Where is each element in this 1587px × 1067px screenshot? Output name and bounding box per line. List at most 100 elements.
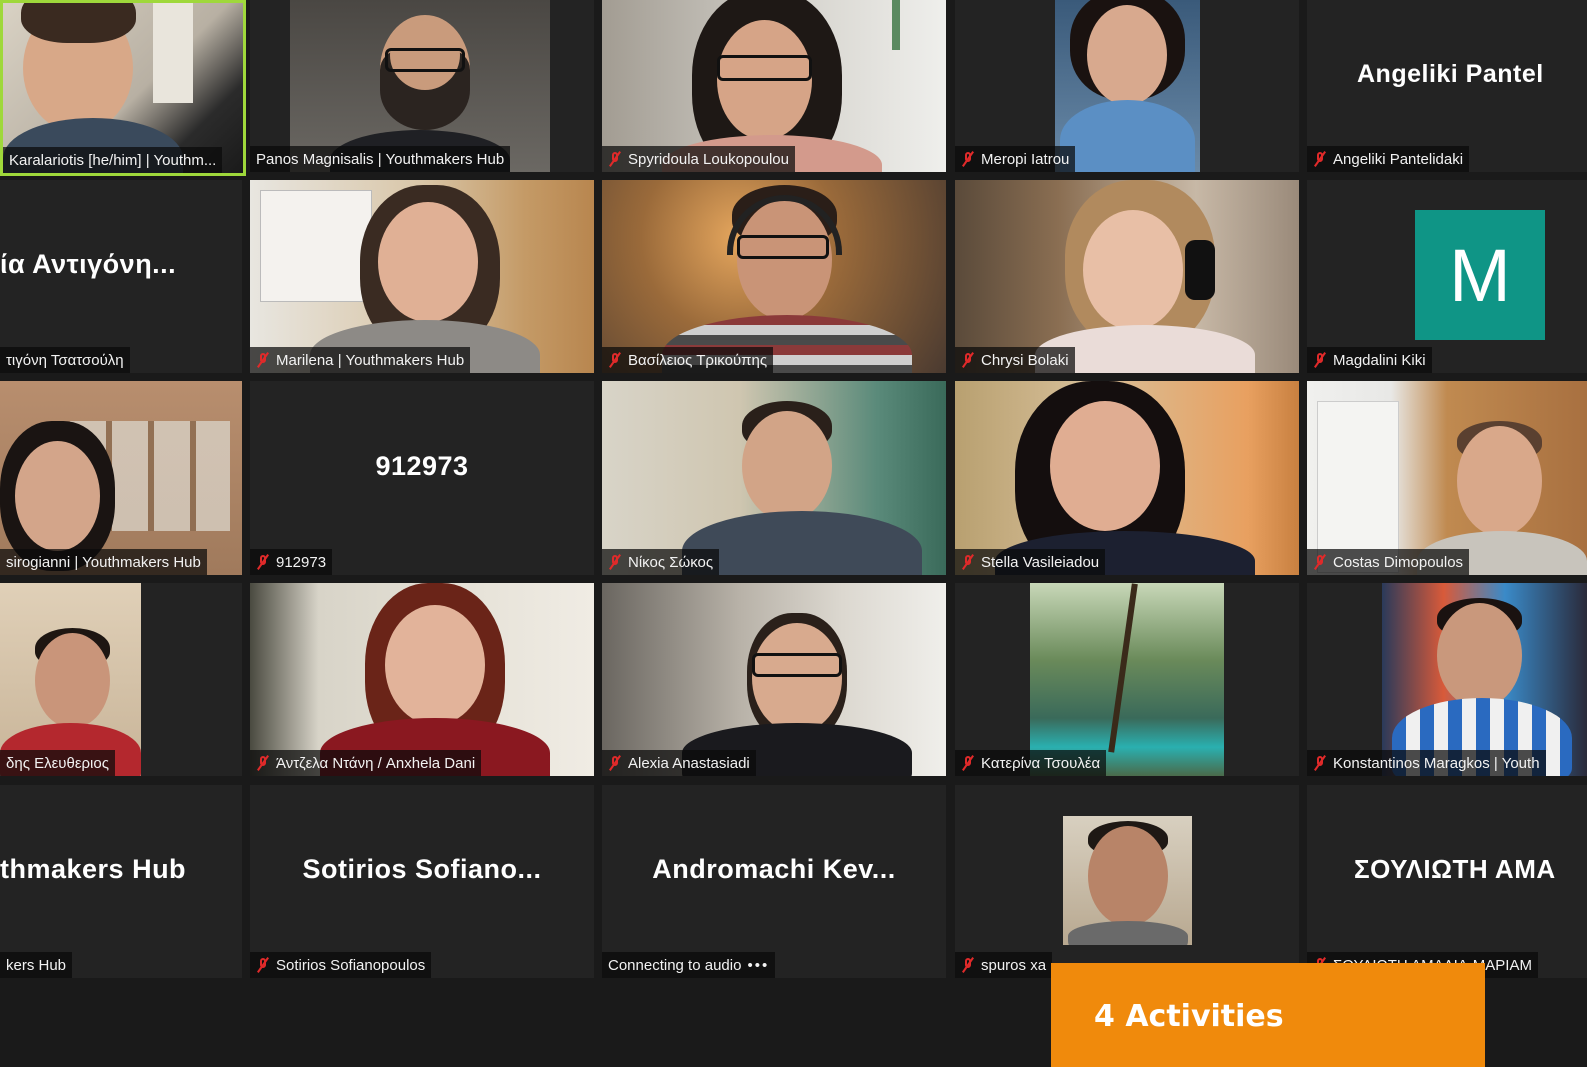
- participant-video: [602, 583, 946, 776]
- participant-name: kers Hub: [0, 952, 73, 978]
- participant-name: 912973: [250, 549, 333, 575]
- participant-name-text: kers Hub: [6, 956, 67, 974]
- participant-tile[interactable]: Konstantinos Maragkos | Youth: [1307, 583, 1587, 776]
- mic-muted-icon: [961, 352, 975, 368]
- participant-tile[interactable]: δης Ελευθεριος: [0, 583, 242, 776]
- banner-title: 4 Activities: [1094, 999, 1284, 1034]
- mic-muted-icon: [608, 151, 622, 167]
- participant-name-text: 912973: [276, 553, 327, 571]
- participant-name-text: Άντζελα Ντάνη / Anxhela Dani: [276, 754, 476, 772]
- participant-tile[interactable]: Andromachi Kev... Connecting to audio ••…: [602, 785, 946, 978]
- participant-name: Karalariotis [he/him] | Youthm...: [3, 147, 223, 173]
- participant-tile[interactable]: Stella Vasileiadou: [955, 381, 1299, 575]
- participant-name: Connecting to audio •••: [602, 952, 776, 978]
- participant-name-text: Konstantinos Maragkos | Youth: [1333, 754, 1540, 772]
- participant-name: τιγόνη Τσατσούλη: [0, 347, 130, 373]
- participant-tile[interactable]: Κατερίνα Τσουλέα: [955, 583, 1299, 776]
- participant-tile[interactable]: M Magdalini Kiki: [1307, 180, 1587, 373]
- participant-name-text: Spyridoula Loukopoulou: [628, 150, 789, 168]
- mic-muted-icon: [256, 755, 270, 771]
- participant-name: Βασίλειος Τρικούπης: [602, 347, 774, 373]
- participant-name: Costas Dimopoulos: [1307, 549, 1470, 575]
- mic-muted-icon: [256, 352, 270, 368]
- participant-display-name: Andromachi Kev...: [652, 854, 896, 884]
- mic-muted-icon: [256, 957, 270, 973]
- mic-muted-icon: [256, 554, 270, 570]
- participant-tile[interactable]: Alexia Anastasiadi: [602, 583, 946, 776]
- participant-name: Meropi Iatrou: [955, 146, 1076, 172]
- participant-name-text: Panos Magnisalis | Youthmakers Hub: [256, 150, 505, 168]
- participant-video: [250, 180, 594, 373]
- participant-tile[interactable]: Meropi Iatrou: [955, 0, 1299, 172]
- participant-name: Marilena | Youthmakers Hub: [250, 347, 471, 373]
- participant-video: [0, 583, 141, 776]
- participant-tile[interactable]: Βασίλειος Τρικούπης: [602, 180, 946, 373]
- participant-name-text: Κατερίνα Τσουλέα: [981, 754, 1101, 772]
- participant-name: Spyridoula Loukopoulou: [602, 146, 795, 172]
- participant-tile[interactable]: Angeliki Pantel Angeliki Pantelidaki: [1307, 0, 1587, 172]
- participant-name: Magdalini Kiki: [1307, 347, 1432, 373]
- participant-tile[interactable]: Spyridoula Loukopoulou: [602, 0, 946, 172]
- participant-name-text: τιγόνη Τσατσούλη: [6, 351, 124, 369]
- participant-tile[interactable]: Νίκος Σώκος: [602, 381, 946, 575]
- participant-tile[interactable]: sirogianni | Youthmakers Hub: [0, 381, 242, 575]
- participant-tile[interactable]: Άντζελα Ντάνη / Anxhela Dani: [250, 583, 594, 776]
- mic-muted-icon: [1313, 352, 1327, 368]
- participant-name: spuros xa: [955, 952, 1053, 978]
- participant-video: [602, 180, 946, 373]
- participant-video: [602, 381, 946, 575]
- participant-display-name: ία Αντιγόνη...: [0, 249, 177, 279]
- participant-name-text: sirogianni | Youthmakers Hub: [6, 553, 201, 571]
- participant-tile[interactable]: Panos Magnisalis | Youthmakers Hub: [250, 0, 594, 172]
- mic-muted-icon: [961, 755, 975, 771]
- avatar: M: [1415, 210, 1545, 340]
- participant-name: Alexia Anastasiadi: [602, 750, 756, 776]
- mic-muted-icon: [608, 554, 622, 570]
- participant-video: [1030, 583, 1224, 776]
- participant-name-text: Alexia Anastasiadi: [628, 754, 750, 772]
- participant-name: Νίκος Σώκος: [602, 549, 720, 575]
- connecting-dots-icon: •••: [747, 956, 770, 974]
- participant-video: [1055, 0, 1200, 172]
- participant-tile[interactable]: Chrysi Bolaki: [955, 180, 1299, 373]
- participant-name: Sotirios Sofianopoulos: [250, 952, 432, 978]
- participant-video: [1063, 816, 1192, 945]
- mic-muted-icon: [1313, 151, 1327, 167]
- mic-muted-icon: [1313, 554, 1327, 570]
- participant-name: Κατερίνα Τσουλέα: [955, 750, 1107, 776]
- participant-video: [0, 381, 242, 575]
- participant-display-name: 912973: [375, 450, 469, 481]
- participant-tile[interactable]: Costas Dimopoulos: [1307, 381, 1587, 575]
- participant-tile[interactable]: Sotirios Sofiano... Sotirios Sofianopoul…: [250, 785, 594, 978]
- mic-muted-icon: [1313, 755, 1327, 771]
- participant-tile[interactable]: Marilena | Youthmakers Hub: [250, 180, 594, 373]
- participant-name-text: Βασίλειος Τρικούπης: [628, 351, 768, 369]
- participant-tile[interactable]: ία Αντιγόνη... τιγόνη Τσατσούλη: [0, 180, 242, 373]
- participant-name-text: Sotirios Sofianopoulos: [276, 956, 426, 974]
- participant-tile[interactable]: ΣΟΥΛΙΩΤΗ ΑΜΑ ΣΟΥΛΙΩΤΗ ΑΜΑΛΙΑ-ΜΑΡΙΑΜ: [1307, 785, 1587, 978]
- participant-name-text: Magdalini Kiki: [1333, 351, 1426, 369]
- participant-name-text: Karalariotis [he/him] | Youthm...: [9, 151, 217, 169]
- participant-display-name: ΣΟΥΛΙΩΤΗ ΑΜΑ: [1354, 854, 1556, 884]
- mic-muted-icon: [961, 151, 975, 167]
- participant-video: [955, 180, 1299, 373]
- participant-tile[interactable]: thmakers Hub kers Hub: [0, 785, 242, 978]
- participant-name-text: Meropi Iatrou: [981, 150, 1070, 168]
- participant-name: Stella Vasileiadou: [955, 549, 1106, 575]
- participant-name-text: Angeliki Pantelidaki: [1333, 150, 1464, 168]
- mic-muted-icon: [608, 352, 622, 368]
- participant-name-text: δης Ελευθεριος: [6, 754, 109, 772]
- participant-video: [1307, 381, 1587, 575]
- participant-tile[interactable]: spuros xa: [955, 785, 1299, 978]
- participant-name-text: Marilena | Youthmakers Hub: [276, 351, 465, 369]
- participant-name: Angeliki Pantelidaki: [1307, 146, 1470, 172]
- activities-banner: 4 Activities: [1051, 963, 1485, 1067]
- participant-video: [1382, 583, 1587, 776]
- participant-tile[interactable]: Karalariotis [he/him] | Youthm...: [0, 0, 246, 176]
- video-grid: Karalariotis [he/him] | Youthm... Panos …: [0, 0, 1587, 1000]
- participant-name-text: Νίκος Σώκος: [628, 553, 714, 571]
- participant-tile[interactable]: 912973 912973: [250, 381, 594, 575]
- participant-name: Panos Magnisalis | Youthmakers Hub: [250, 146, 511, 172]
- participant-video: [955, 381, 1299, 575]
- participant-name: sirogianni | Youthmakers Hub: [0, 549, 207, 575]
